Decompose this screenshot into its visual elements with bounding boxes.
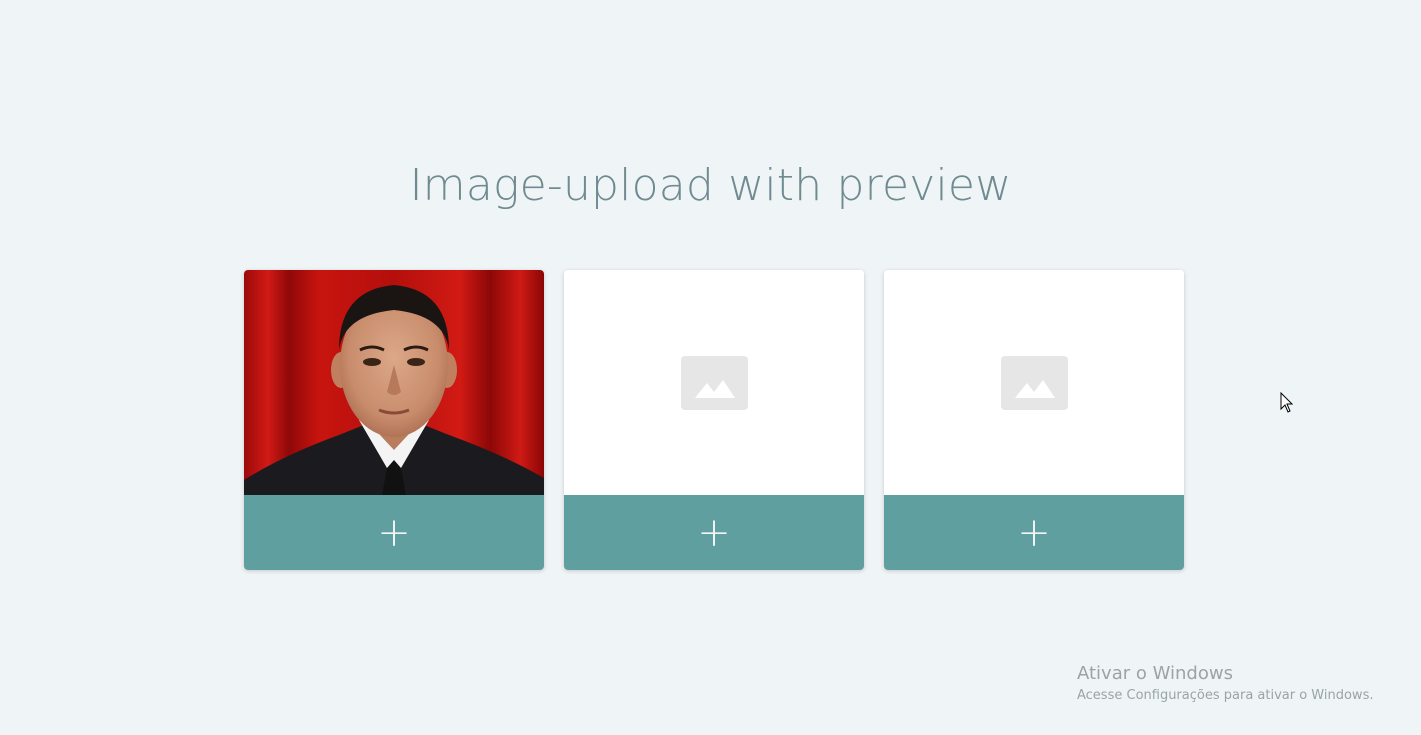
upload-button-2[interactable]: +	[564, 495, 864, 570]
image-placeholder-icon	[680, 355, 748, 410]
page: Image-upload with preview + + + Ativar o…	[0, 0, 1421, 735]
plus-icon: +	[697, 509, 731, 556]
image-preview-2	[564, 270, 864, 495]
mouse-cursor-icon	[1280, 392, 1294, 413]
page-title: Image-upload with preview	[409, 160, 1012, 211]
watermark-subtitle: Acesse Configurações para ativar o Windo…	[1077, 688, 1374, 703]
profile-photo	[244, 270, 544, 495]
watermark-title: Ativar o Windows	[1077, 663, 1233, 684]
upload-button-1[interactable]: +	[244, 495, 544, 570]
plus-icon: +	[1017, 509, 1051, 556]
upload-card-3: +	[884, 270, 1184, 570]
upload-cards: + + +	[244, 270, 1184, 570]
upload-card-1: +	[244, 270, 544, 570]
image-preview-1	[244, 270, 544, 495]
image-placeholder-icon	[1000, 355, 1068, 410]
windows-activation-watermark: Ativar o Windows Acesse Configurações pa…	[1077, 662, 1373, 706]
upload-button-3[interactable]: +	[884, 495, 1184, 570]
plus-icon: +	[377, 509, 411, 556]
image-preview-3	[884, 270, 1184, 495]
upload-card-2: +	[564, 270, 864, 570]
